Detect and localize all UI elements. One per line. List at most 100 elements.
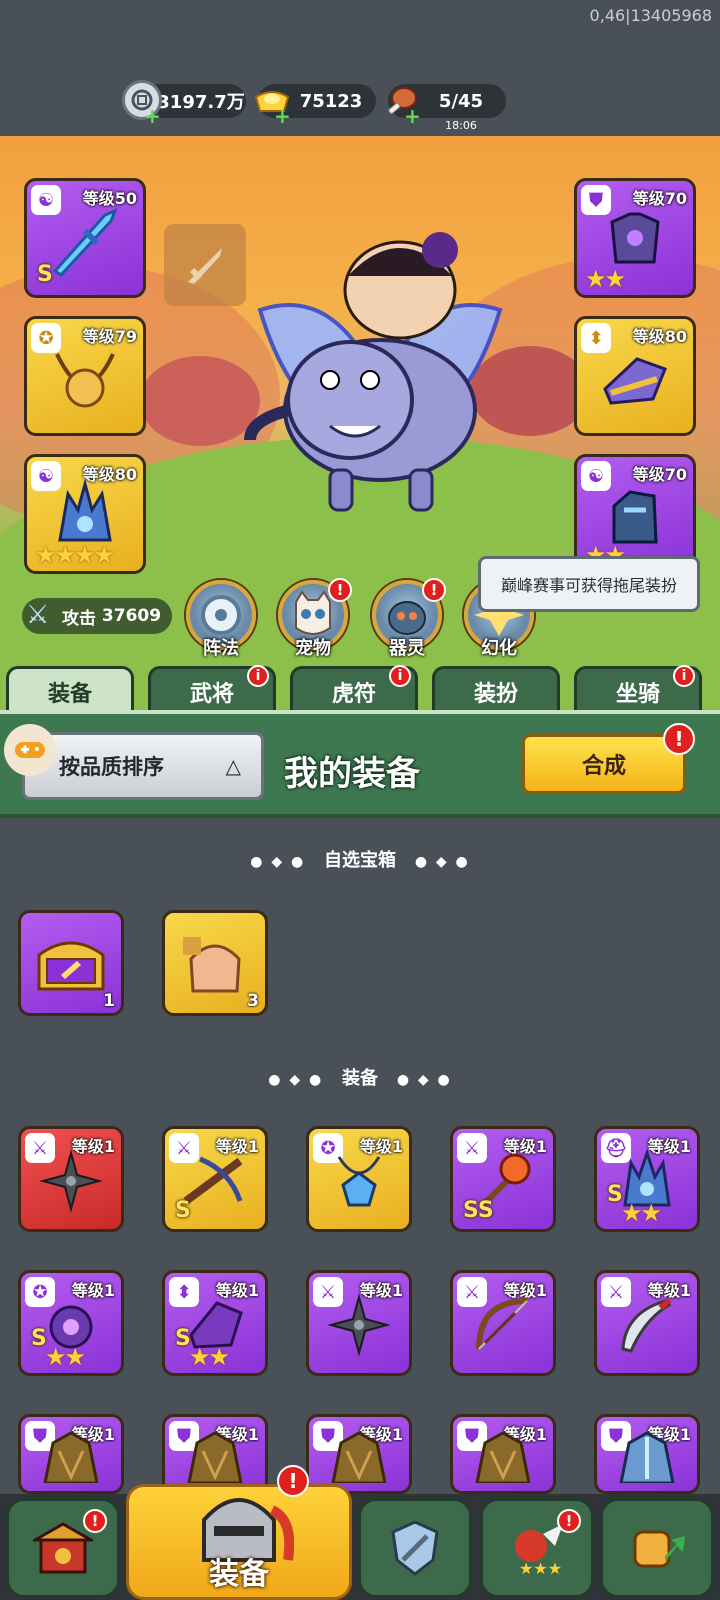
- tab-equipment[interactable]: 装备: [6, 666, 134, 714]
- alert-icon: i: [673, 665, 695, 687]
- gold-resource[interactable]: 75123 +: [254, 84, 376, 128]
- item-count: 3: [247, 991, 259, 1011]
- slot-level: 等级80: [632, 327, 687, 346]
- attack-value: 37609: [101, 606, 162, 626]
- debug-readout: 0,46|13405968: [589, 6, 712, 25]
- button-label: 宠物: [295, 638, 331, 659]
- button-label: 幻化: [481, 638, 517, 659]
- equipment-item[interactable]: ✪ 等级1: [306, 1126, 412, 1232]
- alert-icon: i: [247, 665, 269, 687]
- attack-power: ⚔ 攻击 37609: [22, 598, 172, 634]
- alert-icon: !: [328, 578, 352, 602]
- tab-costume[interactable]: 装扮: [432, 666, 560, 714]
- leaf-armor-icon: [183, 1427, 247, 1487]
- equipment-item[interactable]: ⛊ 等级1: [306, 1414, 412, 1494]
- equipment-item[interactable]: ⬍ 等级1 S ★★: [162, 1270, 268, 1376]
- silver-resource[interactable]: 3197.7万 +: [122, 80, 246, 128]
- triangle-up-icon: △: [225, 754, 241, 778]
- nav-equipment[interactable]: 装备 !: [126, 1465, 352, 1600]
- equip-slot-boots[interactable]: ⬍ 等级80: [574, 316, 696, 436]
- hero-character[interactable]: [230, 230, 530, 550]
- star-rating: ★★: [189, 1343, 230, 1371]
- sword-icon: ⚔: [26, 600, 50, 630]
- nav-upgrade[interactable]: [600, 1498, 714, 1598]
- curved-blade-icon: [615, 1293, 679, 1361]
- tab-label: 装备: [47, 681, 92, 707]
- equip-slot-helmet[interactable]: ☯ 等级80 ★★★★: [24, 454, 146, 574]
- bow-icon: [471, 1293, 535, 1361]
- tab-label: 虎符: [331, 681, 376, 707]
- chest-item[interactable]: 1: [18, 910, 124, 1016]
- sort-label: 按品质排序: [59, 755, 164, 779]
- tab-mount[interactable]: 坐骑 i: [574, 665, 702, 714]
- equipment-item[interactable]: ⛊ 等级1: [450, 1414, 556, 1494]
- alert-icon: !: [277, 1465, 309, 1497]
- nav-heroes[interactable]: ★★★ !: [480, 1498, 594, 1598]
- tab-tiger-tally[interactable]: 虎符 i: [290, 665, 418, 714]
- equipment-item[interactable]: ✪ 等级1 S ★★: [18, 1270, 124, 1376]
- formation-button[interactable]: 阵法: [186, 580, 256, 659]
- gold-amulet-icon: [47, 344, 123, 418]
- tooltip: 巅峰赛事可获得拖尾装扮: [478, 556, 700, 612]
- equipment-item[interactable]: ⚔ 等级1 S: [162, 1126, 268, 1232]
- item-count: 1: [103, 991, 115, 1011]
- equip-slot-armor[interactable]: ⛊ 等级70 ★★: [574, 178, 696, 298]
- nav-shop[interactable]: !: [6, 1498, 120, 1598]
- stamina-resource[interactable]: 5/45 18:06 +: [388, 84, 506, 132]
- plus-icon[interactable]: +: [274, 104, 291, 128]
- blue-amulet-icon: [329, 1149, 389, 1217]
- section-header-equipment: ● ◆ ● 装备 ● ◆ ●: [0, 1064, 720, 1090]
- alert-icon: !: [422, 578, 446, 602]
- page-title: 我的装备: [284, 754, 420, 794]
- equipment-item[interactable]: ⛑ 等级1 S ★★: [594, 1126, 700, 1232]
- tab-generals[interactable]: 武将 i: [148, 665, 276, 714]
- section-title: 自选宝箱: [324, 850, 396, 871]
- leaf-armor-icon: [471, 1427, 535, 1487]
- equip-slot-amulet[interactable]: ✪ 等级79: [24, 316, 146, 436]
- pet-button[interactable]: 宠物 !: [278, 578, 352, 659]
- equipment-panel-header: 按品质排序 △ 我的装备 合成 !: [0, 710, 720, 818]
- star-rating: ★★: [45, 1343, 86, 1371]
- grade-label: S: [37, 262, 53, 287]
- gamepad-icon[interactable]: [4, 724, 56, 776]
- leaf-armor-icon: [39, 1427, 103, 1487]
- bottom-nav: ! 装备 ! ★★★ !: [0, 1465, 720, 1600]
- section-header-chests: ● ◆ ● 自选宝箱 ● ◆ ●: [0, 846, 720, 872]
- equipment-item[interactable]: ⚔ 等级1: [18, 1126, 124, 1232]
- gold-boot-icon: [597, 349, 673, 413]
- puzzle-bag-icon: [177, 929, 253, 1005]
- alert-icon: !: [663, 723, 695, 755]
- tab-label: 坐骑: [615, 681, 660, 707]
- shuriken-icon: [327, 1293, 391, 1361]
- dots-decoration: ● ◆ ●: [250, 854, 306, 870]
- equipment-item[interactable]: ⛊ 等级1: [18, 1414, 124, 1494]
- star-rating: ★★: [621, 1199, 662, 1227]
- spirit-button[interactable]: 器灵 !: [372, 578, 446, 659]
- arena-shield-icon: [391, 1520, 439, 1576]
- chest-item[interactable]: 3: [162, 910, 268, 1016]
- blue-sword-icon: [45, 201, 125, 285]
- merge-button[interactable]: 合成 !: [522, 723, 695, 794]
- equipment-item[interactable]: ⛊ 等级1: [594, 1414, 700, 1494]
- equip-slot-weapon[interactable]: ☯ 等级50 S: [24, 178, 146, 298]
- plus-icon[interactable]: +: [404, 104, 421, 128]
- attack-label: 攻击: [62, 608, 96, 629]
- shuriken-icon: [39, 1149, 103, 1217]
- nav-arena[interactable]: [358, 1498, 472, 1598]
- equipment-item[interactable]: ⚔ 等级1: [594, 1270, 700, 1376]
- equipment-item[interactable]: ⚔ 等级1: [450, 1270, 556, 1376]
- alert-icon: !: [557, 1509, 581, 1533]
- button-label: 阵法: [203, 638, 239, 659]
- equipment-item[interactable]: ⚔ 等级1: [306, 1270, 412, 1376]
- fist-upgrade-icon: [633, 1530, 685, 1568]
- button-label: 器灵: [389, 638, 425, 659]
- nav-label: 装备: [209, 1557, 269, 1592]
- sort-by-quality-button[interactable]: 按品质排序 △: [22, 732, 264, 800]
- star-rating: ★★★★: [35, 541, 115, 569]
- alert-icon: !: [83, 1509, 107, 1533]
- dots-decoration: ● ◆ ●: [396, 1072, 452, 1088]
- chest-icon: [31, 929, 111, 1005]
- equipment-item[interactable]: ⚔ 等级1 SS: [450, 1126, 556, 1232]
- star-rating: ★★: [585, 265, 626, 293]
- plus-icon[interactable]: +: [144, 104, 161, 128]
